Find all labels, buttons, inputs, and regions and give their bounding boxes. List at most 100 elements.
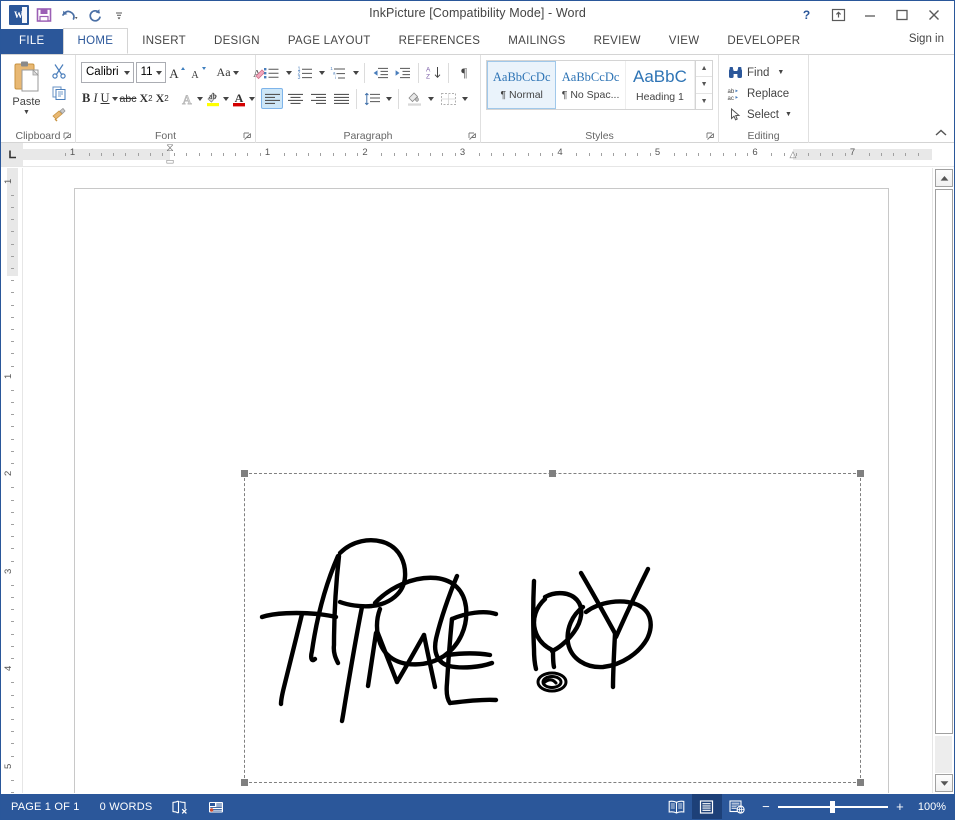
font-name-input[interactable]: Calibri (81, 62, 134, 83)
find-button[interactable]: Find ▼ (724, 62, 803, 83)
italic-icon[interactable]: I (92, 88, 98, 109)
zoom-slider-thumb[interactable] (829, 800, 835, 813)
multilevel-list-icon[interactable]: 1ai (328, 62, 350, 83)
cut-icon[interactable] (48, 61, 70, 81)
underline-dropdown-arrow[interactable] (112, 88, 118, 109)
align-right-icon[interactable] (307, 88, 329, 109)
font-size-input[interactable]: 11 (135, 62, 166, 83)
zoom-level-label[interactable]: 100% (914, 801, 954, 813)
tab-view[interactable]: VIEW (655, 29, 714, 54)
select-button[interactable]: Select ▼ (724, 104, 803, 125)
show-formatting-marks-icon[interactable]: ¶ (453, 62, 475, 83)
resize-handle-middle-right[interactable] (857, 779, 864, 786)
font-color-dropdown-arrow[interactable] (249, 88, 255, 109)
superscript-icon[interactable]: X2 (155, 88, 170, 109)
borders-icon[interactable] (437, 88, 459, 109)
document-canvas[interactable] (23, 168, 932, 793)
strikethrough-icon[interactable]: abc (119, 88, 138, 109)
minimize-button[interactable] (854, 2, 886, 28)
help-button[interactable]: ? (790, 2, 822, 28)
font-dialog-launcher[interactable] (243, 132, 252, 141)
ink-picture-object[interactable] (241, 470, 864, 786)
underline-icon[interactable]: U (100, 88, 111, 109)
tab-design[interactable]: DESIGN (200, 29, 274, 54)
vertical-ruler[interactable]: 1 1 2 3 4 5 (1, 168, 23, 793)
align-left-icon[interactable] (261, 88, 283, 109)
text-highlight-dropdown-arrow[interactable] (223, 88, 229, 109)
find-dropdown-arrow[interactable]: ▼ (777, 69, 784, 76)
tab-insert[interactable]: INSERT (128, 29, 200, 54)
first-line-indent-marker[interactable]: ⧖ (166, 143, 174, 154)
style-no-spacing[interactable]: AaBbCcDc ¶ No Spac... (556, 61, 626, 109)
decrease-indent-icon[interactable] (369, 62, 391, 83)
collapse-ribbon-button[interactable] (934, 128, 948, 141)
styles-more-button[interactable]: ▼ (696, 94, 712, 109)
numbering-dropdown-arrow[interactable] (317, 62, 327, 83)
styles-scroll-down-button[interactable]: ▼ (696, 77, 712, 94)
grow-font-icon[interactable]: A (167, 62, 187, 83)
resize-handle-top-left[interactable] (241, 470, 248, 477)
increase-indent-icon[interactable] (392, 62, 414, 83)
scroll-down-button[interactable] (935, 774, 953, 792)
multilevel-list-dropdown-arrow[interactable] (351, 62, 361, 83)
close-button[interactable] (918, 2, 950, 28)
tab-developer[interactable]: DEVELOPER (713, 29, 814, 54)
font-color-icon[interactable]: A (230, 88, 248, 109)
bullets-icon[interactable] (261, 62, 283, 83)
line-spacing-icon[interactable] (361, 88, 383, 109)
left-indent-marker[interactable]: ▭ (166, 156, 175, 167)
center-icon[interactable] (284, 88, 306, 109)
replace-button[interactable]: ab ac Replace (724, 83, 803, 104)
paragraph-dialog-launcher[interactable] (468, 132, 477, 141)
style-normal[interactable]: AaBbCcDc ¶ Normal (487, 61, 557, 109)
styles-scroll-up-button[interactable]: ▲ (696, 61, 712, 78)
sign-in-link[interactable]: Sign in (909, 33, 944, 45)
ribbon-display-options-button[interactable] (822, 2, 854, 28)
copy-icon[interactable] (48, 83, 70, 103)
proofing-errors-icon[interactable] (162, 794, 198, 819)
tab-stop-selector[interactable] (1, 143, 23, 166)
zoom-out-button[interactable]: − (760, 800, 772, 813)
bullets-dropdown-arrow[interactable] (284, 62, 294, 83)
change-case-dropdown-arrow[interactable] (233, 62, 239, 83)
text-highlight-color-icon[interactable]: ab (204, 88, 222, 109)
right-indent-marker[interactable]: △ (790, 149, 797, 160)
tab-home[interactable]: HOME (62, 28, 129, 54)
subscript-icon[interactable]: X2 (138, 88, 153, 109)
tab-review[interactable]: REVIEW (580, 29, 655, 54)
sort-icon[interactable]: AZ (423, 62, 445, 83)
tab-mailings[interactable]: MAILINGS (494, 29, 579, 54)
maximize-button[interactable] (886, 2, 918, 28)
line-spacing-dropdown-arrow[interactable] (384, 88, 394, 109)
shading-icon[interactable] (403, 88, 425, 109)
change-case-icon[interactable]: Aa (216, 62, 232, 83)
bold-icon[interactable]: B (81, 88, 91, 109)
document-page[interactable] (74, 188, 889, 793)
resize-handle-middle-left[interactable] (241, 779, 248, 786)
horizontal-ruler[interactable]: 1 1 2 3 4 5 6 7 ⧖ ▭ △ (1, 143, 954, 167)
text-effects-dropdown-arrow[interactable] (197, 88, 203, 109)
borders-dropdown-arrow[interactable] (460, 88, 470, 109)
scroll-up-button[interactable] (935, 169, 953, 187)
resize-handle-top-center[interactable] (549, 470, 556, 477)
shrink-font-icon[interactable]: A (188, 62, 208, 83)
styles-dialog-launcher[interactable] (706, 132, 715, 141)
clipboard-dialog-launcher[interactable] (63, 132, 72, 141)
tab-file[interactable]: FILE (1, 29, 63, 54)
shading-dropdown-arrow[interactable] (426, 88, 436, 109)
macro-recording-icon[interactable] (198, 794, 234, 819)
paste-button[interactable]: Paste ▼ (6, 58, 47, 124)
scrollbar-track[interactable] (935, 736, 952, 773)
justify-icon[interactable] (330, 88, 352, 109)
text-effects-icon[interactable]: A (178, 88, 196, 109)
style-heading-1[interactable]: AaBbC Heading 1 (626, 61, 696, 109)
read-mode-view-button[interactable] (662, 794, 692, 819)
print-layout-view-button[interactable] (691, 794, 722, 819)
numbering-icon[interactable]: 123 (294, 62, 316, 83)
tab-page-layout[interactable]: PAGE LAYOUT (274, 29, 385, 54)
word-count[interactable]: 0 WORDS (90, 794, 163, 819)
format-painter-icon[interactable] (48, 105, 70, 125)
web-layout-view-button[interactable] (722, 794, 752, 819)
scrollbar-thumb[interactable] (935, 189, 953, 734)
tab-references[interactable]: REFERENCES (385, 29, 495, 54)
